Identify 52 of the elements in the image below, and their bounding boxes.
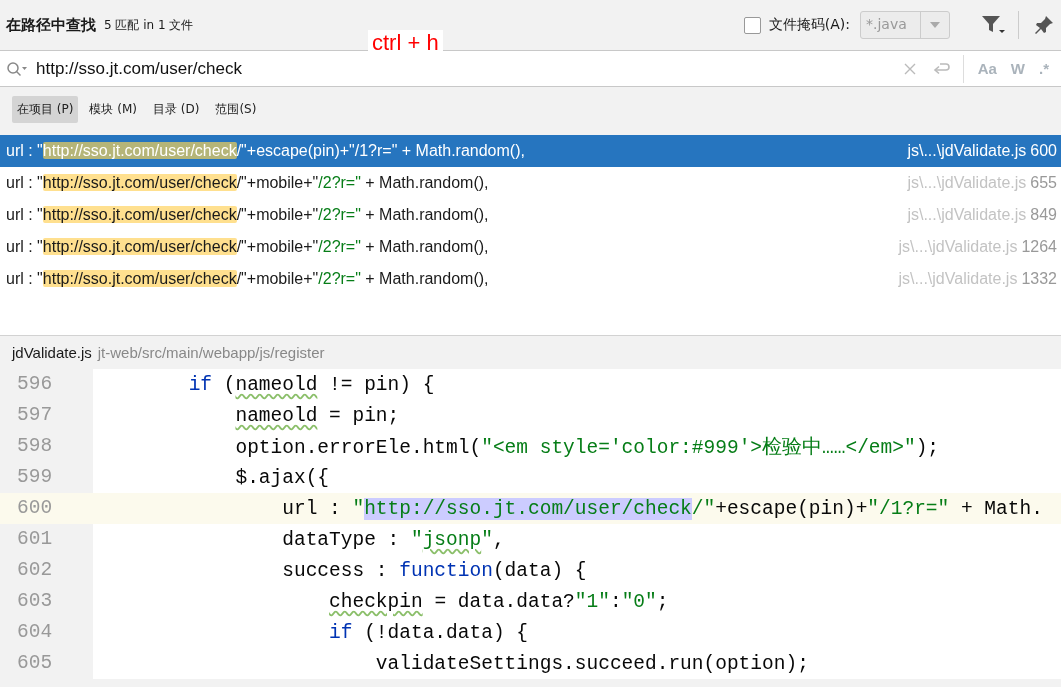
result-line-number: 1264 xyxy=(1021,238,1057,256)
scope-tab[interactable]: 模块 (M) xyxy=(84,96,142,123)
code-line: checkpin = data.data?"1":"0"; xyxy=(328,590,669,613)
result-file: js\...\jdValidate.js xyxy=(907,206,1027,224)
code-line: url : "http://sso.jt.com/user/check/"+escape(pin)+"/1?r=" + Math. xyxy=(281,497,1043,520)
code-line: dataType : "jsonp", xyxy=(281,528,505,551)
code-line: if (!data.data) { xyxy=(328,621,528,644)
panel-title: 在路径中查找 xyxy=(6,15,96,35)
code-line: nameold = pin; xyxy=(234,404,400,427)
line-number: 604 xyxy=(0,617,93,648)
code-line: if (nameold != pin) { xyxy=(187,373,435,396)
result-row[interactable]: url : "http://sso.jt.com/user/check/"+mobile+"/2?r=" + Math.random(), js\...\jdValidate.js 849 xyxy=(0,199,1061,231)
code-line: $.ajax({ xyxy=(234,466,330,489)
result-row[interactable]: url : "http://sso.jt.com/user/check/"+mobile+"/2?r=" + Math.random(), js\...\jdValidate.js 1332 xyxy=(0,263,1061,295)
line-number: 603 xyxy=(0,586,93,617)
line-number: 596 xyxy=(0,369,93,400)
search-icon[interactable] xyxy=(6,60,28,77)
result-file: js\...\jdValidate.js xyxy=(898,238,1018,256)
result-code: url : "http://sso.jt.com/user/check/"+mobile+"/2?r=" + Math.random(), xyxy=(6,270,490,288)
result-row[interactable]: url : "http://sso.jt.com/user/check/"+mobile+"/2?r=" + Math.random(), js\...\jdValidate.js 655 xyxy=(0,167,1061,199)
scope-tab[interactable]: 范围(S) xyxy=(210,96,262,123)
close-icon[interactable] xyxy=(902,61,917,76)
line-number: 602 xyxy=(0,555,93,586)
match-count: 5 匹配 in 1 文件 xyxy=(104,16,194,34)
code-line: option.errorEle.html("<em style='color:#999'>检验中……</em>"); xyxy=(234,435,940,460)
dropdown-icon xyxy=(929,21,941,29)
line-number: 597 xyxy=(0,400,93,431)
pin-icon[interactable] xyxy=(1033,14,1055,36)
code-line: validateSettings.succeed.run(option); xyxy=(374,652,809,675)
result-file: js\...\jdValidate.js xyxy=(907,174,1027,192)
result-line-number: 655 xyxy=(1030,174,1057,192)
line-number: 599 xyxy=(0,462,93,493)
search-field[interactable]: http://sso.jt.com/user/check Aa W .* xyxy=(0,50,1061,87)
result-code: url : "http://sso.jt.com/user/check/"+mobile+"/2?r=" + Math.random(), xyxy=(6,206,490,224)
preview-file-name: jdValidate.js xyxy=(12,344,92,361)
preview-file-path: jt-web/src/main/webapp/js/register xyxy=(97,344,325,361)
line-number: 601 xyxy=(0,524,93,555)
file-mask-label: 文件掩码(A): xyxy=(768,16,850,34)
scope-tab[interactable]: 在项目 (P) xyxy=(12,96,79,123)
result-code: url : "http://sso.jt.com/user/check/"+mobile+"/2?r=" + Math.random(), xyxy=(6,238,490,256)
result-file: js\...\jdValidate.js xyxy=(907,142,1027,160)
result-file: js\...\jdValidate.js xyxy=(898,270,1018,288)
result-line-number: 849 xyxy=(1030,206,1057,224)
line-number: 605 xyxy=(0,648,93,679)
code-line: success : function(data) { xyxy=(281,559,587,582)
result-line-number: 1332 xyxy=(1021,270,1057,288)
filter-icon[interactable] xyxy=(980,14,1006,36)
line-number: 598 xyxy=(0,431,93,462)
scope-tab[interactable]: 目录 (D) xyxy=(147,96,205,123)
result-code: url : "http://sso.jt.com/user/check/"+mobile+"/2?r=" + Math.random(), xyxy=(6,174,490,192)
result-row[interactable]: url : "http://sso.jt.com/user/check/"+mobile+"/2?r=" + Math.random(), js\...\jdValidate.js 1264 xyxy=(0,231,1061,263)
result-line-number: 600 xyxy=(1030,142,1057,160)
